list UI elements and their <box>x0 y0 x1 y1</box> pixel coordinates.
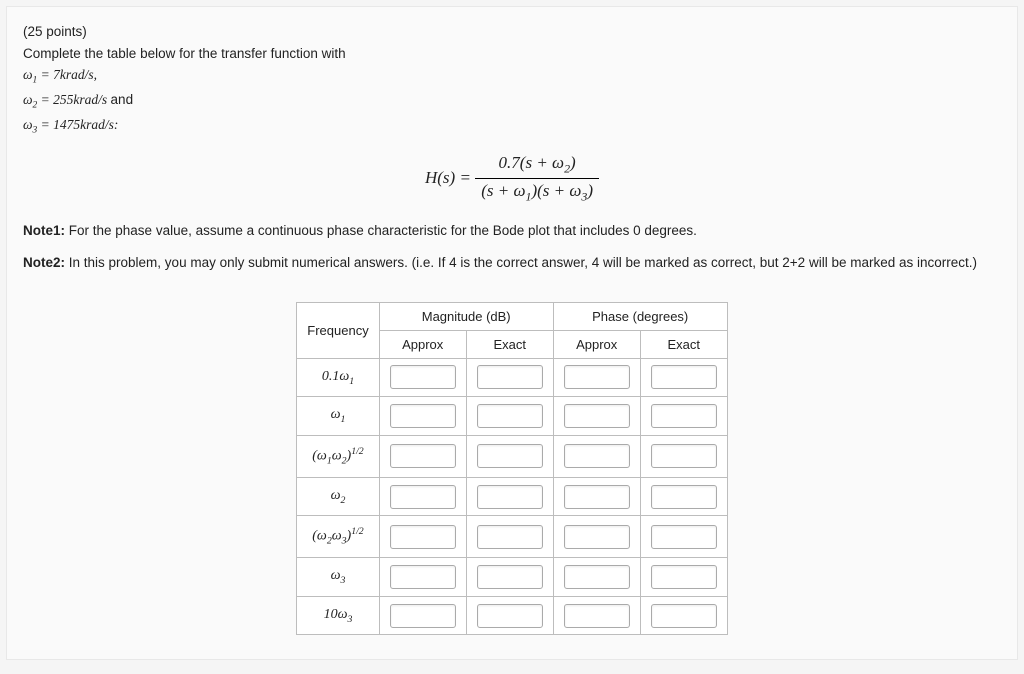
table-body: 0.1ω1 ω1 (ω1ω2)1/2 <box>297 358 727 635</box>
table-row: 0.1ω1 <box>297 358 727 397</box>
note2-text: In this problem, you may only submit num… <box>65 255 977 270</box>
answer-table: Frequency Magnitude (dB) Phase (degrees)… <box>296 302 727 636</box>
phase-exact-input[interactable] <box>651 485 717 509</box>
eq-fraction: 0.7(s + ω2) (s + ω1)(s + ω3) <box>475 153 599 205</box>
eq-denominator: (s + ω1)(s + ω3) <box>475 179 599 204</box>
col-frequency-header: Frequency <box>297 302 379 358</box>
note2: Note2: In this problem, you may only sub… <box>23 252 1001 274</box>
phase-exact-input[interactable] <box>651 604 717 628</box>
prompt-line: Complete the table below for the transfe… <box>23 43 1001 65</box>
table-row: (ω2ω3)1/2 <box>297 516 727 557</box>
phase-exact-input[interactable] <box>651 565 717 589</box>
note1-text: For the phase value, assume a continuous… <box>65 223 697 238</box>
phase-exact-input[interactable] <box>651 365 717 389</box>
eq-numerator: 0.7(s + ω2) <box>475 153 599 179</box>
freq-label: (ω1ω2)1/2 <box>297 436 379 477</box>
mag-exact-input[interactable] <box>477 444 543 468</box>
mag-exact-input[interactable] <box>477 485 543 509</box>
freq-label: 10ω3 <box>297 596 379 635</box>
omega2-def: ω2 = 255krad/s and <box>23 89 1001 114</box>
phase-exact-input[interactable] <box>651 404 717 428</box>
freq-label: ω3 <box>297 557 379 596</box>
note1-label: Note1: <box>23 223 65 238</box>
table-row: ω1 <box>297 397 727 436</box>
points-line: (25 points) <box>23 21 1001 43</box>
phase-approx-input[interactable] <box>564 404 630 428</box>
phase-approx-input[interactable] <box>564 604 630 628</box>
freq-label: (ω2ω3)1/2 <box>297 516 379 557</box>
freq-label: ω2 <box>297 477 379 516</box>
omega1-def: ω1 = 7krad/s, <box>23 64 1001 89</box>
eq-lhs: H(s) = <box>425 167 475 186</box>
phase-approx-input[interactable] <box>564 365 630 389</box>
answer-table-wrap: Frequency Magnitude (dB) Phase (degrees)… <box>23 302 1001 636</box>
table-row: ω2 <box>297 477 727 516</box>
phase-exact-input[interactable] <box>651 525 717 549</box>
col-mag-approx: Approx <box>379 330 466 358</box>
phase-exact-input[interactable] <box>651 444 717 468</box>
mag-approx-input[interactable] <box>390 525 456 549</box>
phase-approx-input[interactable] <box>564 525 630 549</box>
mag-exact-input[interactable] <box>477 525 543 549</box>
phase-approx-input[interactable] <box>564 485 630 509</box>
note2-label: Note2: <box>23 255 65 270</box>
omega3-def: ω3 = 1475krad/s: <box>23 114 1001 139</box>
mag-exact-input[interactable] <box>477 604 543 628</box>
mag-approx-input[interactable] <box>390 565 456 589</box>
col-magnitude-header: Magnitude (dB) <box>379 302 553 330</box>
col-phase-header: Phase (degrees) <box>553 302 727 330</box>
mag-approx-input[interactable] <box>390 604 456 628</box>
col-mag-exact: Exact <box>466 330 553 358</box>
mag-approx-input[interactable] <box>390 365 456 389</box>
mag-exact-input[interactable] <box>477 404 543 428</box>
transfer-function-equation: H(s) = 0.7(s + ω2) (s + ω1)(s + ω3) <box>23 153 1001 205</box>
mag-approx-input[interactable] <box>390 485 456 509</box>
phase-approx-input[interactable] <box>564 444 630 468</box>
phase-approx-input[interactable] <box>564 565 630 589</box>
mag-approx-input[interactable] <box>390 444 456 468</box>
col-phase-exact: Exact <box>640 330 727 358</box>
note1: Note1: For the phase value, assume a con… <box>23 220 1001 242</box>
table-row: 10ω3 <box>297 596 727 635</box>
freq-label: ω1 <box>297 397 379 436</box>
mag-exact-input[interactable] <box>477 565 543 589</box>
col-phase-approx: Approx <box>553 330 640 358</box>
freq-label: 0.1ω1 <box>297 358 379 397</box>
table-row: (ω1ω2)1/2 <box>297 436 727 477</box>
mag-exact-input[interactable] <box>477 365 543 389</box>
table-row: ω3 <box>297 557 727 596</box>
mag-approx-input[interactable] <box>390 404 456 428</box>
problem-page: (25 points) Complete the table below for… <box>6 6 1018 660</box>
